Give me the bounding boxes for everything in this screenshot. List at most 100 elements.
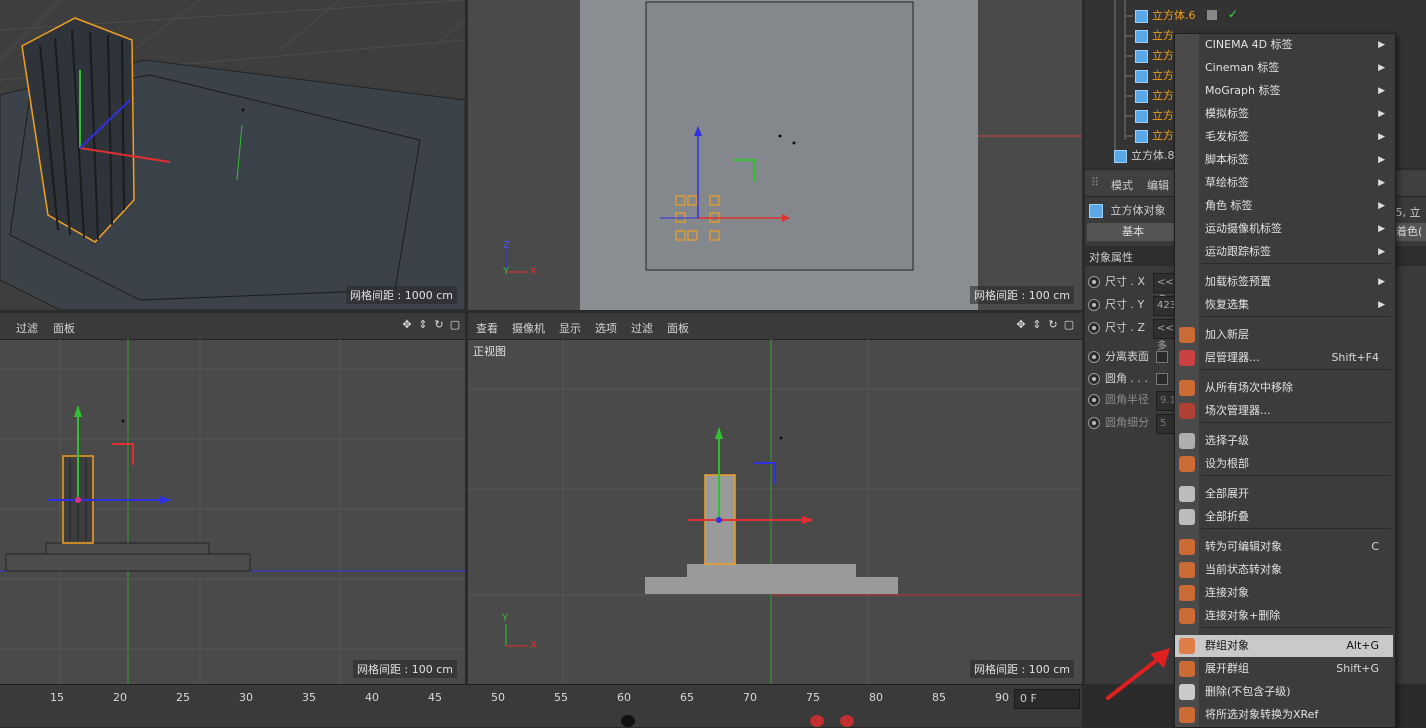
context-menu-item[interactable]: MoGraph 标签 ▶ — [1175, 80, 1393, 102]
menu-item-label: 全部展开 — [1205, 487, 1249, 500]
menu-item-label: 毛发标签 — [1205, 130, 1249, 143]
fillet-checkbox[interactable] — [1156, 373, 1168, 385]
menu-view[interactable]: 查看 — [476, 320, 498, 336]
move-view-icon[interactable]: ✥ — [1014, 318, 1028, 332]
context-menu-item[interactable]: 连接对象 — [1175, 582, 1393, 604]
object-list-item[interactable]: 立方 — [1135, 86, 1174, 106]
timeline-tick: 90 — [995, 691, 1009, 704]
cube-icon — [1135, 29, 1148, 43]
context-menu-item[interactable]: 从所有场次中移除 — [1175, 377, 1393, 399]
context-menu-item[interactable]: 设为根部 — [1175, 453, 1393, 475]
move-view-icon[interactable]: ✥ — [400, 318, 414, 332]
submenu-arrow-icon: ▶ — [1378, 201, 1385, 211]
keyframe-radio[interactable] — [1088, 351, 1100, 363]
keyframe-radio[interactable] — [1088, 322, 1100, 334]
object-list-item[interactable]: 立方 — [1135, 106, 1174, 126]
viewport-perspective[interactable]: 网格间距 : 1000 cm — [0, 0, 465, 310]
grid-spacing-label: 网格间距 : 100 cm — [353, 660, 457, 678]
menu-options[interactable]: 选项 — [595, 320, 617, 336]
menu-item-icon — [1179, 433, 1195, 449]
viewport-front[interactable]: 查看 摄像机 显示 选项 过滤 面板 ✥ ⇕ ↻ ▢ 正视图 Y X 网格间距 … — [468, 313, 1082, 684]
object-list-item[interactable]: 立方体.6 — [1135, 6, 1196, 26]
cube-icon — [1135, 69, 1148, 83]
context-menu-item[interactable]: 展开群组 Shift+G — [1175, 658, 1393, 680]
context-menu-item[interactable]: 当前状态转对象 — [1175, 559, 1393, 581]
menu-item-icon — [1179, 403, 1195, 419]
menu-camera[interactable]: 摄像机 — [512, 320, 545, 336]
menu-panel[interactable]: 面板 — [53, 320, 75, 336]
timeline[interactable]: 15 20 25 30 35 40 45 50 55 60 65 70 75 8… — [0, 684, 1082, 727]
visibility-toggle-icon[interactable] — [1207, 10, 1217, 20]
tab-basic[interactable]: 基本 — [1087, 223, 1179, 241]
menu-separator — [1201, 316, 1391, 317]
context-menu-item[interactable]: Cineman 标签 ▶ — [1175, 57, 1393, 79]
context-menu-item[interactable]: 运动跟踪标签 ▶ — [1175, 241, 1393, 263]
context-menu-item[interactable]: 加入新层 — [1175, 324, 1393, 346]
viewport-side[interactable]: 过滤 面板 ✥ ⇕ ↻ ▢ 网格间距 : 100 cm — [0, 313, 465, 684]
object-list-item[interactable]: 立方体.8 — [1114, 146, 1175, 166]
context-menu-item[interactable]: 恢复选集 ▶ — [1175, 294, 1393, 316]
context-menu-item[interactable]: 删除(不包含子级) — [1175, 681, 1393, 703]
timeline-tick: 45 — [428, 691, 442, 704]
menu-filter[interactable]: 过滤 — [16, 320, 38, 336]
size-y-field[interactable]: 423 — [1153, 296, 1176, 316]
size-x-field[interactable]: <<多 — [1153, 273, 1176, 306]
check-icon[interactable]: ✓ — [1228, 7, 1238, 21]
context-menu-item[interactable]: 选择子级 — [1175, 430, 1393, 452]
context-menu-item[interactable]: 模拟标签 ▶ — [1175, 103, 1393, 125]
axis-y-label: Y — [503, 266, 510, 277]
context-menu-item[interactable]: 全部展开 — [1175, 483, 1393, 505]
menu-item-label: 加入新层 — [1205, 328, 1249, 341]
size-z-field[interactable]: <<多 — [1153, 319, 1176, 352]
rotate-view-icon[interactable]: ↻ — [1046, 318, 1060, 332]
context-menu-item[interactable]: 毛发标签 ▶ — [1175, 126, 1393, 148]
context-menu-item[interactable]: 将所选对象转换为XRef — [1175, 704, 1393, 726]
context-menu-item[interactable]: 转为可编辑对象 C — [1175, 536, 1393, 558]
tab-shading[interactable]: 着色( — [1396, 223, 1426, 241]
fillet-radius-field[interactable]: 9.1 — [1156, 391, 1176, 411]
zoom-view-icon[interactable]: ⇕ — [416, 318, 430, 332]
context-menu-item[interactable]: 草绘标签 ▶ — [1175, 172, 1393, 194]
menu-display[interactable]: 显示 — [559, 320, 581, 336]
cube-icon — [1135, 109, 1148, 123]
menu-edit[interactable]: 编辑 — [1147, 177, 1169, 193]
frame-field[interactable]: 0 F — [1014, 689, 1080, 709]
rotate-view-icon[interactable]: ↻ — [432, 318, 446, 332]
submenu-arrow-icon: ▶ — [1378, 86, 1385, 96]
maximize-view-icon[interactable]: ▢ — [1062, 318, 1076, 332]
context-menu-item[interactable]: 层管理器... Shift+F4 — [1175, 347, 1393, 369]
maximize-view-icon[interactable]: ▢ — [448, 318, 462, 332]
object-list-item[interactable]: 立方 — [1135, 66, 1174, 86]
object-list-item[interactable]: 立方 — [1135, 126, 1174, 146]
menu-item-label: 从所有场次中移除 — [1205, 381, 1293, 394]
object-title: 立方体对象 — [1110, 204, 1166, 217]
menu-mode[interactable]: 模式 — [1111, 177, 1133, 193]
context-menu-item[interactable]: 场次管理器... — [1175, 400, 1393, 422]
context-menu-item[interactable]: 运动摄像机标签 ▶ — [1175, 218, 1393, 240]
object-list-item[interactable]: 立方 — [1135, 26, 1174, 46]
context-menu-item[interactable]: 角色 标签 ▶ — [1175, 195, 1393, 217]
menu-item-label: Cineman 标签 — [1205, 61, 1280, 74]
menu-filter[interactable]: 过滤 — [631, 320, 653, 336]
zoom-view-icon[interactable]: ⇕ — [1030, 318, 1044, 332]
menu-item-label: 草绘标签 — [1205, 176, 1249, 189]
keyframe-radio[interactable] — [1088, 299, 1100, 311]
context-menu-item[interactable]: 全部折叠 — [1175, 506, 1393, 528]
keyframe-radio[interactable] — [1088, 276, 1100, 288]
separate-surfaces-checkbox[interactable] — [1156, 351, 1168, 363]
context-menu-item[interactable]: 脚本标签 ▶ — [1175, 149, 1393, 171]
context-menu-item[interactable]: 群组对象 Alt+G — [1175, 635, 1393, 657]
context-menu-item[interactable]: 加载标签预置 ▶ — [1175, 271, 1393, 293]
keyframe-button[interactable] — [840, 715, 854, 727]
context-menu-item[interactable]: 连接对象+删除 — [1175, 605, 1393, 627]
fillet-subdivision-field[interactable]: 5 — [1156, 414, 1176, 434]
cube-icon — [1135, 129, 1148, 143]
object-list-item[interactable]: 立方 — [1135, 46, 1174, 66]
context-menu-item[interactable]: CINEMA 4D 标签 ▶ — [1175, 34, 1393, 56]
keyframe-radio[interactable] — [1088, 373, 1100, 385]
play-button[interactable] — [621, 715, 635, 727]
record-button[interactable] — [810, 715, 824, 727]
submenu-arrow-icon: ▶ — [1378, 155, 1385, 165]
viewport-top[interactable]: Z Y X 网格间距 : 100 cm — [468, 0, 1082, 310]
menu-panel[interactable]: 面板 — [667, 320, 689, 336]
